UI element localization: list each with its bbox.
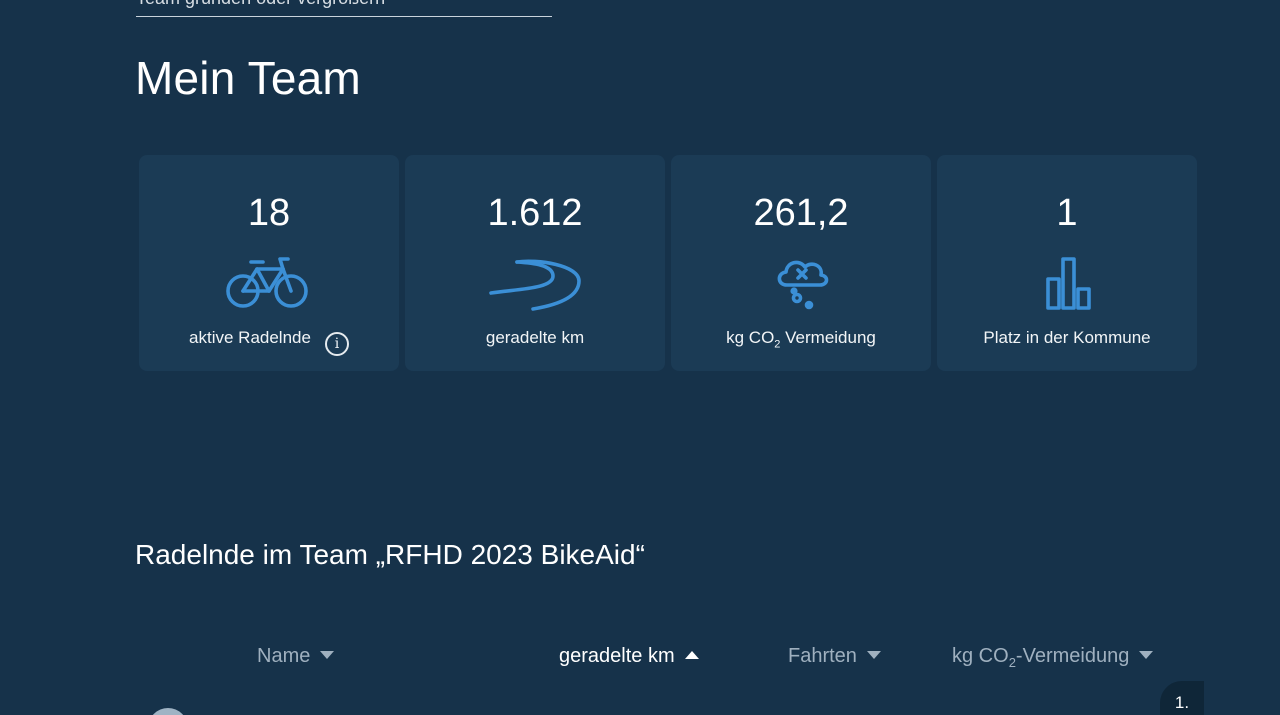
stat-value: 261,2 [753,192,849,234]
table-header: Name geradelte km Fahrten kg CO2-Vermeid… [0,642,1280,670]
stat-label-post: Vermeidung [780,328,876,347]
stat-label: aktive Radelnde i [139,327,399,356]
column-label: geradelte km [559,645,675,667]
info-icon[interactable]: i [324,332,349,356]
stat-label-pre: kg CO [726,328,775,347]
sort-down-icon [1139,651,1154,659]
stat-label: geradelte km [485,328,585,347]
road-icon [487,255,583,313]
team-create-link[interactable]: Team gründen oder vergrößern [136,0,552,17]
column-header-co2[interactable]: kg CO2-Vermeidung [952,642,1154,677]
avatar [148,708,188,715]
rank-badge: 1. [1160,681,1204,715]
section-title: Radelnde im Team „RFHD 2023 BikeAid“ [135,539,645,570]
column-label: Fahrten [788,645,857,667]
team-stats: 18 aktive Radelnde i 1.612 geradelte km … [139,155,1197,371]
column-label-sub: 2 [1008,655,1016,670]
stat-label: Platz in der Kommune [983,328,1151,347]
column-header-rides[interactable]: Fahrten [788,642,881,670]
stat-card-ranking: 1 Platz in der Kommune [937,155,1197,371]
column-label-post: -Vermeidung [1015,645,1130,667]
page: Team gründen oder vergrößern Mein Team 1… [0,0,1280,715]
sort-down-icon [866,651,881,659]
bar-chart-icon [1019,255,1115,313]
bicycle-icon [221,255,317,313]
stat-card-co2: 261,2 kg CO2 Vermeidung [671,155,931,371]
stat-value: 1.612 [487,192,583,234]
column-label-pre: kg CO [952,645,1009,667]
stat-value: 1 [1056,192,1078,234]
stat-label-text: aktive Radelnde [189,328,311,347]
stat-value: 18 [247,192,291,234]
stat-card-distance: 1.612 geradelte km [405,155,665,371]
page-title: Mein Team [135,52,361,104]
column-header-distance[interactable]: geradelte km [559,642,699,670]
sort-up-icon [684,651,699,659]
stat-label: kg CO2 Vermeidung [671,327,931,355]
sort-down-icon [320,651,335,659]
column-label: Name [257,645,311,667]
stat-card-active-riders: 18 aktive Radelnde i [139,155,399,371]
column-header-name[interactable]: Name [257,642,335,670]
cloud-co2-icon [753,255,849,313]
